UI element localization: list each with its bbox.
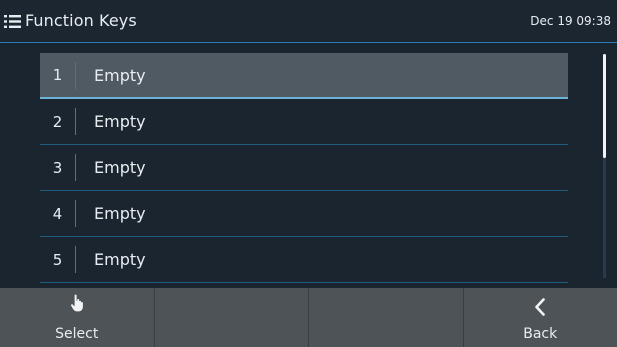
function-key-row-3[interactable]: 3 Empty: [40, 145, 568, 191]
softkey-bar: Select Back: [0, 288, 617, 347]
row-divider: [75, 108, 76, 135]
function-key-label: Empty: [94, 158, 146, 177]
function-key-list: 1 Empty 2 Empty 3 Empty 4 Empty 5 Empty: [40, 53, 568, 283]
row-divider: [75, 200, 76, 227]
function-key-label: Empty: [94, 250, 146, 269]
row-divider: [75, 246, 76, 273]
softkey-label: Select: [55, 326, 99, 342]
list-scrollbar[interactable]: [603, 54, 606, 278]
function-key-label: Empty: [94, 65, 146, 85]
back-softkey[interactable]: Back: [464, 288, 617, 347]
hand-pointer-icon: [70, 294, 83, 312]
function-key-number: 1: [52, 66, 63, 84]
softkey-2[interactable]: [155, 288, 309, 347]
function-key-row-2[interactable]: 2 Empty: [40, 99, 568, 145]
function-key-row-1[interactable]: 1 Empty: [40, 53, 568, 99]
softkey-label: Back: [523, 326, 558, 342]
function-key-label: Empty: [94, 112, 146, 131]
function-key-number: 4: [52, 204, 63, 223]
function-key-number: 5: [52, 250, 63, 269]
scrollbar-thumb[interactable]: [603, 54, 606, 158]
function-key-number: 3: [52, 158, 63, 177]
function-key-row-4[interactable]: 4 Empty: [40, 191, 568, 237]
clock-display: Dec 19 09:38: [530, 14, 611, 28]
function-key-number: 2: [52, 112, 63, 131]
function-key-label: Empty: [94, 204, 146, 223]
chevron-left-icon: [535, 298, 546, 316]
title-bar: Function Keys Dec 19 09:38: [0, 0, 617, 43]
softkey-3[interactable]: [309, 288, 464, 347]
function-key-row-5[interactable]: 5 Empty: [40, 237, 568, 283]
list-menu-icon[interactable]: [4, 14, 21, 29]
row-divider: [75, 62, 76, 89]
row-divider: [75, 154, 76, 181]
select-softkey[interactable]: Select: [0, 288, 155, 347]
page-title: Function Keys: [25, 11, 137, 30]
